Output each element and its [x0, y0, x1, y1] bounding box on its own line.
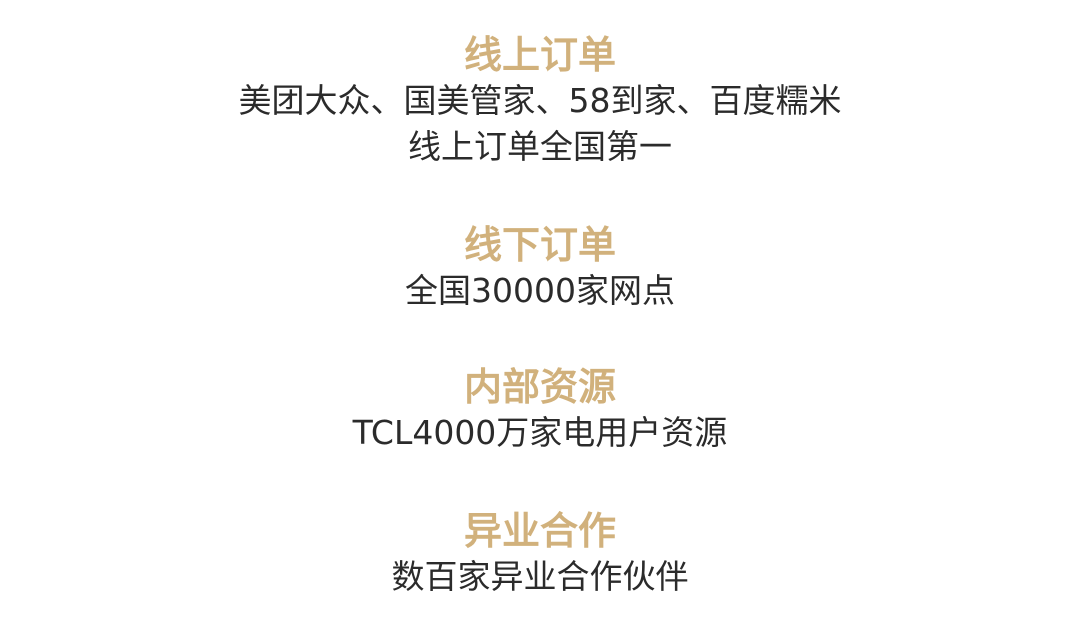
section-internal-resources: 内部资源 TCL4000万家电用户资源 [0, 364, 1080, 456]
section-text-line: 线上订单全国第一 [408, 127, 672, 166]
section-text-line: 数百家异业合作伙伴 [391, 557, 689, 596]
section-online-orders: 线上订单 美团大众、国美管家、58到家、百度糯米 线上订单全国第一 [0, 32, 1080, 170]
section-text-line: 全国30000家网点 [405, 271, 675, 310]
section-heading: 线下订单 [463, 223, 616, 267]
section-heading: 线上订单 [463, 33, 616, 77]
section-partner-cooperation: 异业合作 数百家异业合作伙伴 [0, 508, 1080, 600]
section-heading: 异业合作 [463, 509, 616, 553]
section-heading: 内部资源 [463, 365, 616, 409]
section-offline-orders: 线下订单 全国30000家网点 [0, 222, 1080, 314]
section-text-line: 美团大众、国美管家、58到家、百度糯米 [238, 81, 842, 120]
section-text-line: TCL4000万家电用户资源 [352, 413, 728, 452]
